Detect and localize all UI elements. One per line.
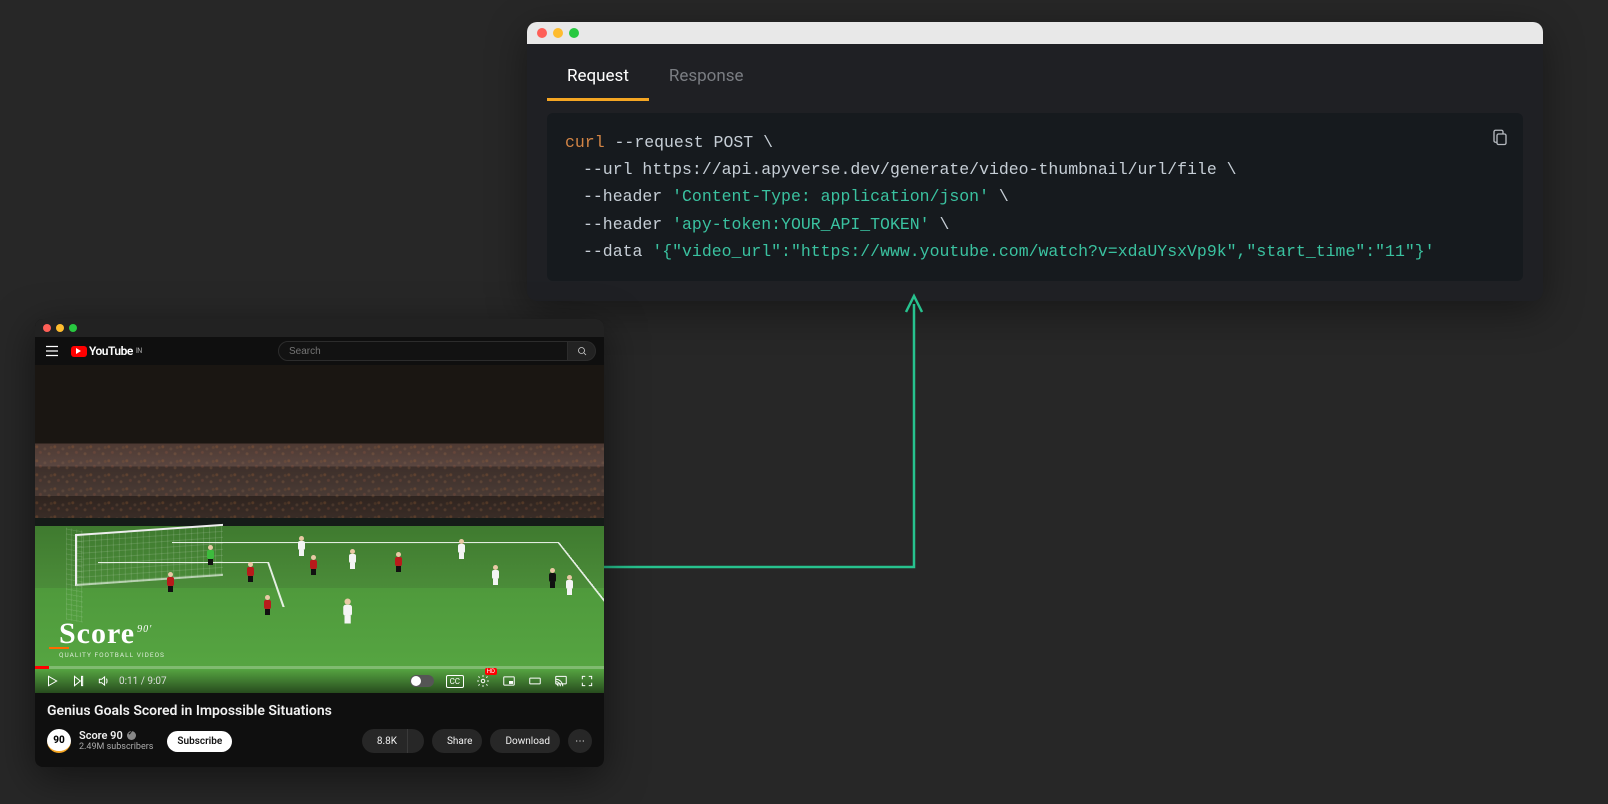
close-icon[interactable] bbox=[537, 28, 547, 38]
more-button[interactable]: ⋯ bbox=[568, 729, 592, 753]
subscribe-button[interactable]: Subscribe bbox=[167, 731, 232, 752]
maximize-icon[interactable] bbox=[69, 324, 77, 332]
minimize-icon[interactable] bbox=[56, 324, 64, 332]
video-player[interactable]: Score90' QUALITY FOOTBALL VIDEOS 0:11 / … bbox=[35, 365, 604, 693]
ad-banner bbox=[35, 518, 604, 526]
code-line-1: curl --request POST \ bbox=[565, 129, 1505, 156]
connector-arrow bbox=[604, 292, 934, 582]
code-flag: --header bbox=[583, 187, 662, 206]
next-icon[interactable] bbox=[71, 674, 85, 688]
maximize-icon[interactable] bbox=[569, 28, 579, 38]
code-value: POST bbox=[714, 133, 754, 152]
referee bbox=[547, 568, 557, 588]
video-meta: Genius Goals Scored in Impossible Situat… bbox=[35, 693, 604, 767]
share-button[interactable]: Share bbox=[432, 729, 482, 753]
autoplay-toggle[interactable] bbox=[410, 675, 434, 687]
code-line-3: --header 'Content-Type: application/json… bbox=[565, 183, 1505, 210]
player-defender bbox=[308, 555, 318, 575]
code-line-2: --url https://api.apyverse.dev/generate/… bbox=[565, 156, 1505, 183]
volume-icon[interactable] bbox=[97, 674, 111, 688]
code-block: curl --request POST \ --url https://api.… bbox=[547, 113, 1523, 281]
search-bar bbox=[278, 341, 596, 361]
hd-badge: HD bbox=[485, 668, 497, 675]
code-line-4: --header 'apy-token:YOUR_API_TOKEN' \ bbox=[565, 211, 1505, 238]
like-button[interactable]: 8.8K bbox=[362, 729, 408, 753]
api-request-window: Request Response curl --request POST \ -… bbox=[527, 22, 1543, 301]
minimize-icon[interactable] bbox=[553, 28, 563, 38]
goalkeeper bbox=[206, 545, 216, 565]
player-defender bbox=[393, 552, 403, 572]
player-attacker bbox=[490, 565, 500, 585]
video-actions: 8.8K Share Download ⋯ bbox=[362, 729, 592, 753]
player-controls: 0:11 / 9:07 CC HD bbox=[35, 669, 604, 693]
channel-watermark: Score90' QUALITY FOOTBALL VIDEOS bbox=[59, 617, 165, 659]
crowd bbox=[35, 444, 604, 519]
cast-icon[interactable] bbox=[554, 674, 568, 688]
player-attacker bbox=[297, 536, 307, 556]
channel-avatar[interactable]: 90 bbox=[47, 729, 71, 753]
search-button[interactable] bbox=[568, 341, 596, 361]
player-defender bbox=[246, 562, 256, 582]
player-defender bbox=[166, 572, 176, 592]
code-string: 'Content-Type: application/json' bbox=[672, 187, 989, 206]
code-string: '{"video_url":"https://www.youtube.com/w… bbox=[652, 242, 1434, 261]
captions-icon[interactable]: CC bbox=[446, 675, 464, 688]
subscriber-count: 2.49M subscribers bbox=[79, 742, 153, 752]
verified-icon bbox=[127, 731, 136, 740]
api-tabs: Request Response bbox=[527, 44, 1543, 101]
code-line-5: --data '{"video_url":"https://www.youtub… bbox=[565, 238, 1505, 265]
code-cmd: curl bbox=[565, 133, 605, 152]
tab-request[interactable]: Request bbox=[547, 58, 649, 101]
watermark-tagline: QUALITY FOOTBALL VIDEOS bbox=[59, 651, 165, 659]
channel-row: 90 Score 90 2.49M subscribers Subscribe … bbox=[47, 729, 592, 753]
player-attacker bbox=[348, 549, 358, 569]
tab-response[interactable]: Response bbox=[649, 58, 764, 101]
download-button[interactable]: Download bbox=[490, 729, 560, 753]
code-backslash: \ bbox=[999, 187, 1009, 206]
timecode: 0:11 / 9:07 bbox=[119, 676, 167, 687]
share-label: Share bbox=[447, 736, 472, 747]
channel-name[interactable]: Score 90 bbox=[79, 730, 153, 743]
logo-region: IN bbox=[136, 347, 142, 355]
copy-icon[interactable] bbox=[1491, 127, 1509, 147]
like-count: 8.8K bbox=[377, 736, 397, 747]
window-titlebar bbox=[35, 319, 604, 337]
theater-icon[interactable] bbox=[528, 674, 542, 688]
code-backslash: \ bbox=[763, 133, 773, 152]
player-attacker bbox=[564, 575, 574, 595]
code-string: 'apy-token:YOUR_API_TOKEN' bbox=[672, 215, 929, 234]
code-flag: --request bbox=[615, 133, 704, 152]
fullscreen-icon[interactable] bbox=[580, 674, 594, 688]
code-value: https://api.apyverse.dev/generate/video-… bbox=[642, 160, 1216, 179]
code-flag: --header bbox=[583, 215, 662, 234]
player-attacker bbox=[456, 539, 466, 559]
player-defender bbox=[263, 595, 273, 615]
download-label: Download bbox=[505, 736, 550, 747]
watermark-sup: 90' bbox=[137, 624, 152, 635]
six-yard-line bbox=[98, 562, 284, 607]
code-backslash: \ bbox=[1227, 160, 1237, 179]
hamburger-icon[interactable] bbox=[43, 342, 61, 360]
code-flag: --data bbox=[583, 242, 642, 261]
search-input[interactable] bbox=[278, 341, 568, 361]
youtube-window: YouTube IN Score90' bbox=[35, 319, 604, 767]
watermark-brand: Score90' bbox=[59, 617, 165, 651]
window-titlebar bbox=[527, 22, 1543, 44]
settings-icon[interactable]: HD bbox=[476, 674, 490, 688]
play-icon[interactable] bbox=[45, 674, 59, 688]
miniplayer-icon[interactable] bbox=[502, 674, 516, 688]
channel-info: Score 90 2.49M subscribers bbox=[79, 730, 153, 753]
youtube-header: YouTube IN bbox=[35, 337, 604, 365]
code-backslash: \ bbox=[939, 215, 949, 234]
dislike-button[interactable] bbox=[408, 729, 424, 753]
video-title: Genius Goals Scored in Impossible Situat… bbox=[47, 703, 592, 719]
youtube-logo[interactable]: YouTube IN bbox=[71, 344, 142, 358]
code-flag: --url bbox=[583, 160, 633, 179]
play-icon bbox=[71, 346, 87, 357]
player-attacker bbox=[341, 599, 354, 624]
close-icon[interactable] bbox=[43, 324, 51, 332]
logo-text: YouTube bbox=[89, 344, 133, 358]
